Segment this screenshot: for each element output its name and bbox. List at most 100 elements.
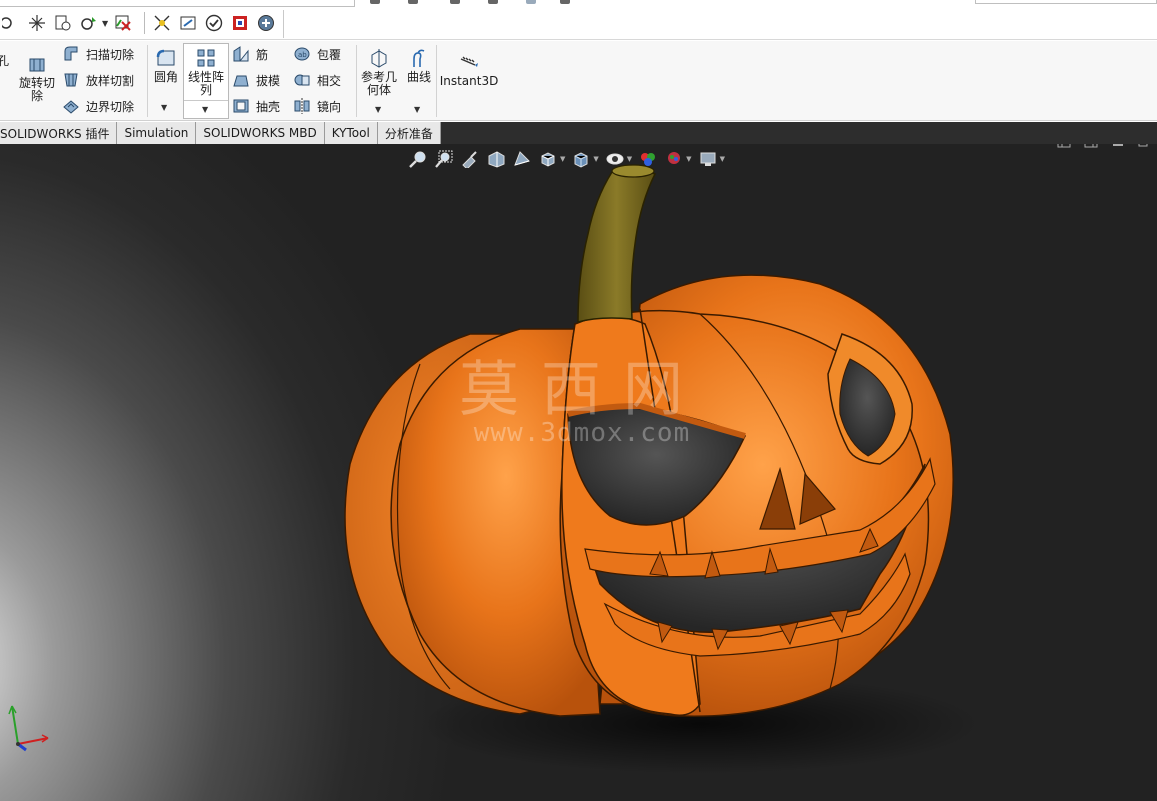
tab-label: KYTool [331,126,370,140]
smart-dimension-icon[interactable] [151,12,173,34]
curves-button[interactable]: 曲线 [404,47,434,84]
pumpkin-stem [577,168,657,323]
hole-icon[interactable] [0,12,22,34]
fillet-button[interactable]: 圆角 [151,47,181,84]
draft-label: 拔模 [256,73,281,88]
linear-pattern-label: 线性阵 列 [187,70,224,97]
svg-text:ab: ab [298,51,307,59]
quick-access-toolbar: ▼ [0,10,281,36]
tab-label: SOLIDWORKS 插件 [0,126,110,141]
sweep-cut-label: 扫描切除 [86,47,135,62]
revolve-cut-label: 旋转切 除 [18,76,55,103]
chevron-down-icon[interactable]: ▼ [102,19,108,28]
mirror-icon [293,97,311,115]
tab-analysis-prep[interactable]: 分析准备 [377,122,441,144]
caption-divider [0,0,355,7]
fillet-dropdown-icon[interactable]: ▼ [161,103,167,112]
ribbon-divider [356,45,357,117]
reference-geometry-icon [368,47,390,69]
wrap-button[interactable]: ab 包覆 [293,45,341,63]
previous-view-icon[interactable] [460,150,480,168]
intersect-button[interactable]: 相交 [293,71,341,89]
reference-triad-icon [8,705,49,752]
linear-pattern-dropdown-icon[interactable]: ▼ [202,105,208,114]
boundary-cut-label: 边界切除 [86,99,135,114]
reference-geometry-label: 参考几 何体 [360,70,397,97]
sweep-cut-icon [62,45,80,63]
chevron-down-icon[interactable]: ▼ [593,155,598,163]
revolve-cut-button[interactable]: 旋转切 除 [16,53,58,103]
intersect-icon [293,71,311,89]
linear-pattern-icon [195,47,217,69]
wrap-label: 包覆 [317,47,342,62]
graphics-viewport[interactable]: 莫西网 www.3dmox.com ▼ ▼ ▼ ▼ ▼ [0,144,1157,801]
hole-wizard-button[interactable]: 孔 [0,55,10,68]
mirror-label: 镜向 [317,99,342,114]
sketch-icon[interactable] [26,12,48,34]
loft-cut-icon [62,71,80,89]
tab-label: 分析准备 [384,126,433,141]
display-style-icon[interactable] [571,150,591,168]
split-divider [184,100,228,101]
relations-icon[interactable] [177,12,199,34]
ribbon-divider [147,45,148,117]
chevron-down-icon[interactable]: ▼ [627,155,632,163]
display-icon[interactable] [229,12,251,34]
draft-button[interactable]: 拔模 [232,71,280,89]
instant3d-button[interactable]: Instant3D [440,51,498,88]
tab-solidworks-addins[interactable]: SOLIDWORKS 插件 [0,122,118,144]
tile-left-icon[interactable] [1056,144,1072,148]
tab-label: SOLIDWORKS MBD [203,126,317,140]
appearance-icon[interactable] [255,12,277,34]
dynamic-annotation-icon[interactable] [512,150,532,168]
exit-sketch-icon[interactable] [112,12,134,34]
chevron-down-icon[interactable]: ▼ [560,155,565,163]
shell-icon [232,97,250,115]
hide-show-items-icon[interactable] [605,150,625,168]
toolbar-divider [144,12,146,34]
command-manager-tabs: SOLIDWORKS 插件 Simulation SOLIDWORKS MBD … [0,122,1157,144]
reference-geometry-dropdown-icon[interactable]: ▼ [375,105,381,114]
reference-geometry-button[interactable]: 参考几 何体 [359,47,399,97]
tab-kytool[interactable]: KYTool [324,122,378,144]
view-orientation-icon[interactable] [538,150,558,168]
title-bar-strip: ▼ [0,0,1157,40]
linear-pattern-content[interactable]: 线性阵 列 [185,47,227,97]
curves-dropdown-icon[interactable]: ▼ [414,105,420,114]
sweep-cut-button[interactable]: 扫描切除 [62,45,134,63]
rib-icon [232,45,250,63]
tab-label: Simulation [124,126,189,140]
draft-icon [232,71,250,89]
restore-icon[interactable] [1137,144,1153,148]
view-settings-icon[interactable] [698,150,718,168]
edit-appearance-icon[interactable] [638,150,658,168]
fillet-icon [155,47,177,69]
loft-cut-button[interactable]: 放样切割 [62,71,134,89]
viewport-window-controls [1045,144,1153,148]
wrap-icon: ab [293,45,311,63]
section-view-icon[interactable] [486,150,506,168]
zoom-to-area-icon[interactable] [434,150,454,168]
pumpkin-model[interactable] [0,144,1157,801]
intersect-label: 相交 [317,73,342,88]
search-box[interactable] [975,0,1157,4]
apply-scene-icon[interactable] [664,150,684,168]
chevron-down-icon[interactable]: ▼ [720,155,725,163]
chevron-down-icon[interactable]: ▼ [686,155,691,163]
mirror-button[interactable]: 镜向 [293,97,341,115]
tab-simulation[interactable]: Simulation [117,122,197,144]
options-icon[interactable] [52,12,74,34]
shell-button[interactable]: 抽壳 [232,97,280,115]
tile-right-icon[interactable] [1083,144,1099,148]
zoom-to-fit-icon[interactable] [408,150,428,168]
tab-solidworks-mbd[interactable]: SOLIDWORKS MBD [196,122,325,144]
toolbar-end-divider [283,10,284,38]
boundary-cut-button[interactable]: 边界切除 [62,97,134,115]
fillet-label: 圆角 [153,70,178,84]
loft-cut-label: 放样切割 [86,73,135,88]
check-icon[interactable] [203,12,225,34]
minimize-icon[interactable] [1110,144,1126,148]
rebuild-icon[interactable] [78,12,100,34]
shell-label: 抽壳 [256,99,281,114]
rib-button[interactable]: 筋 [232,45,268,63]
